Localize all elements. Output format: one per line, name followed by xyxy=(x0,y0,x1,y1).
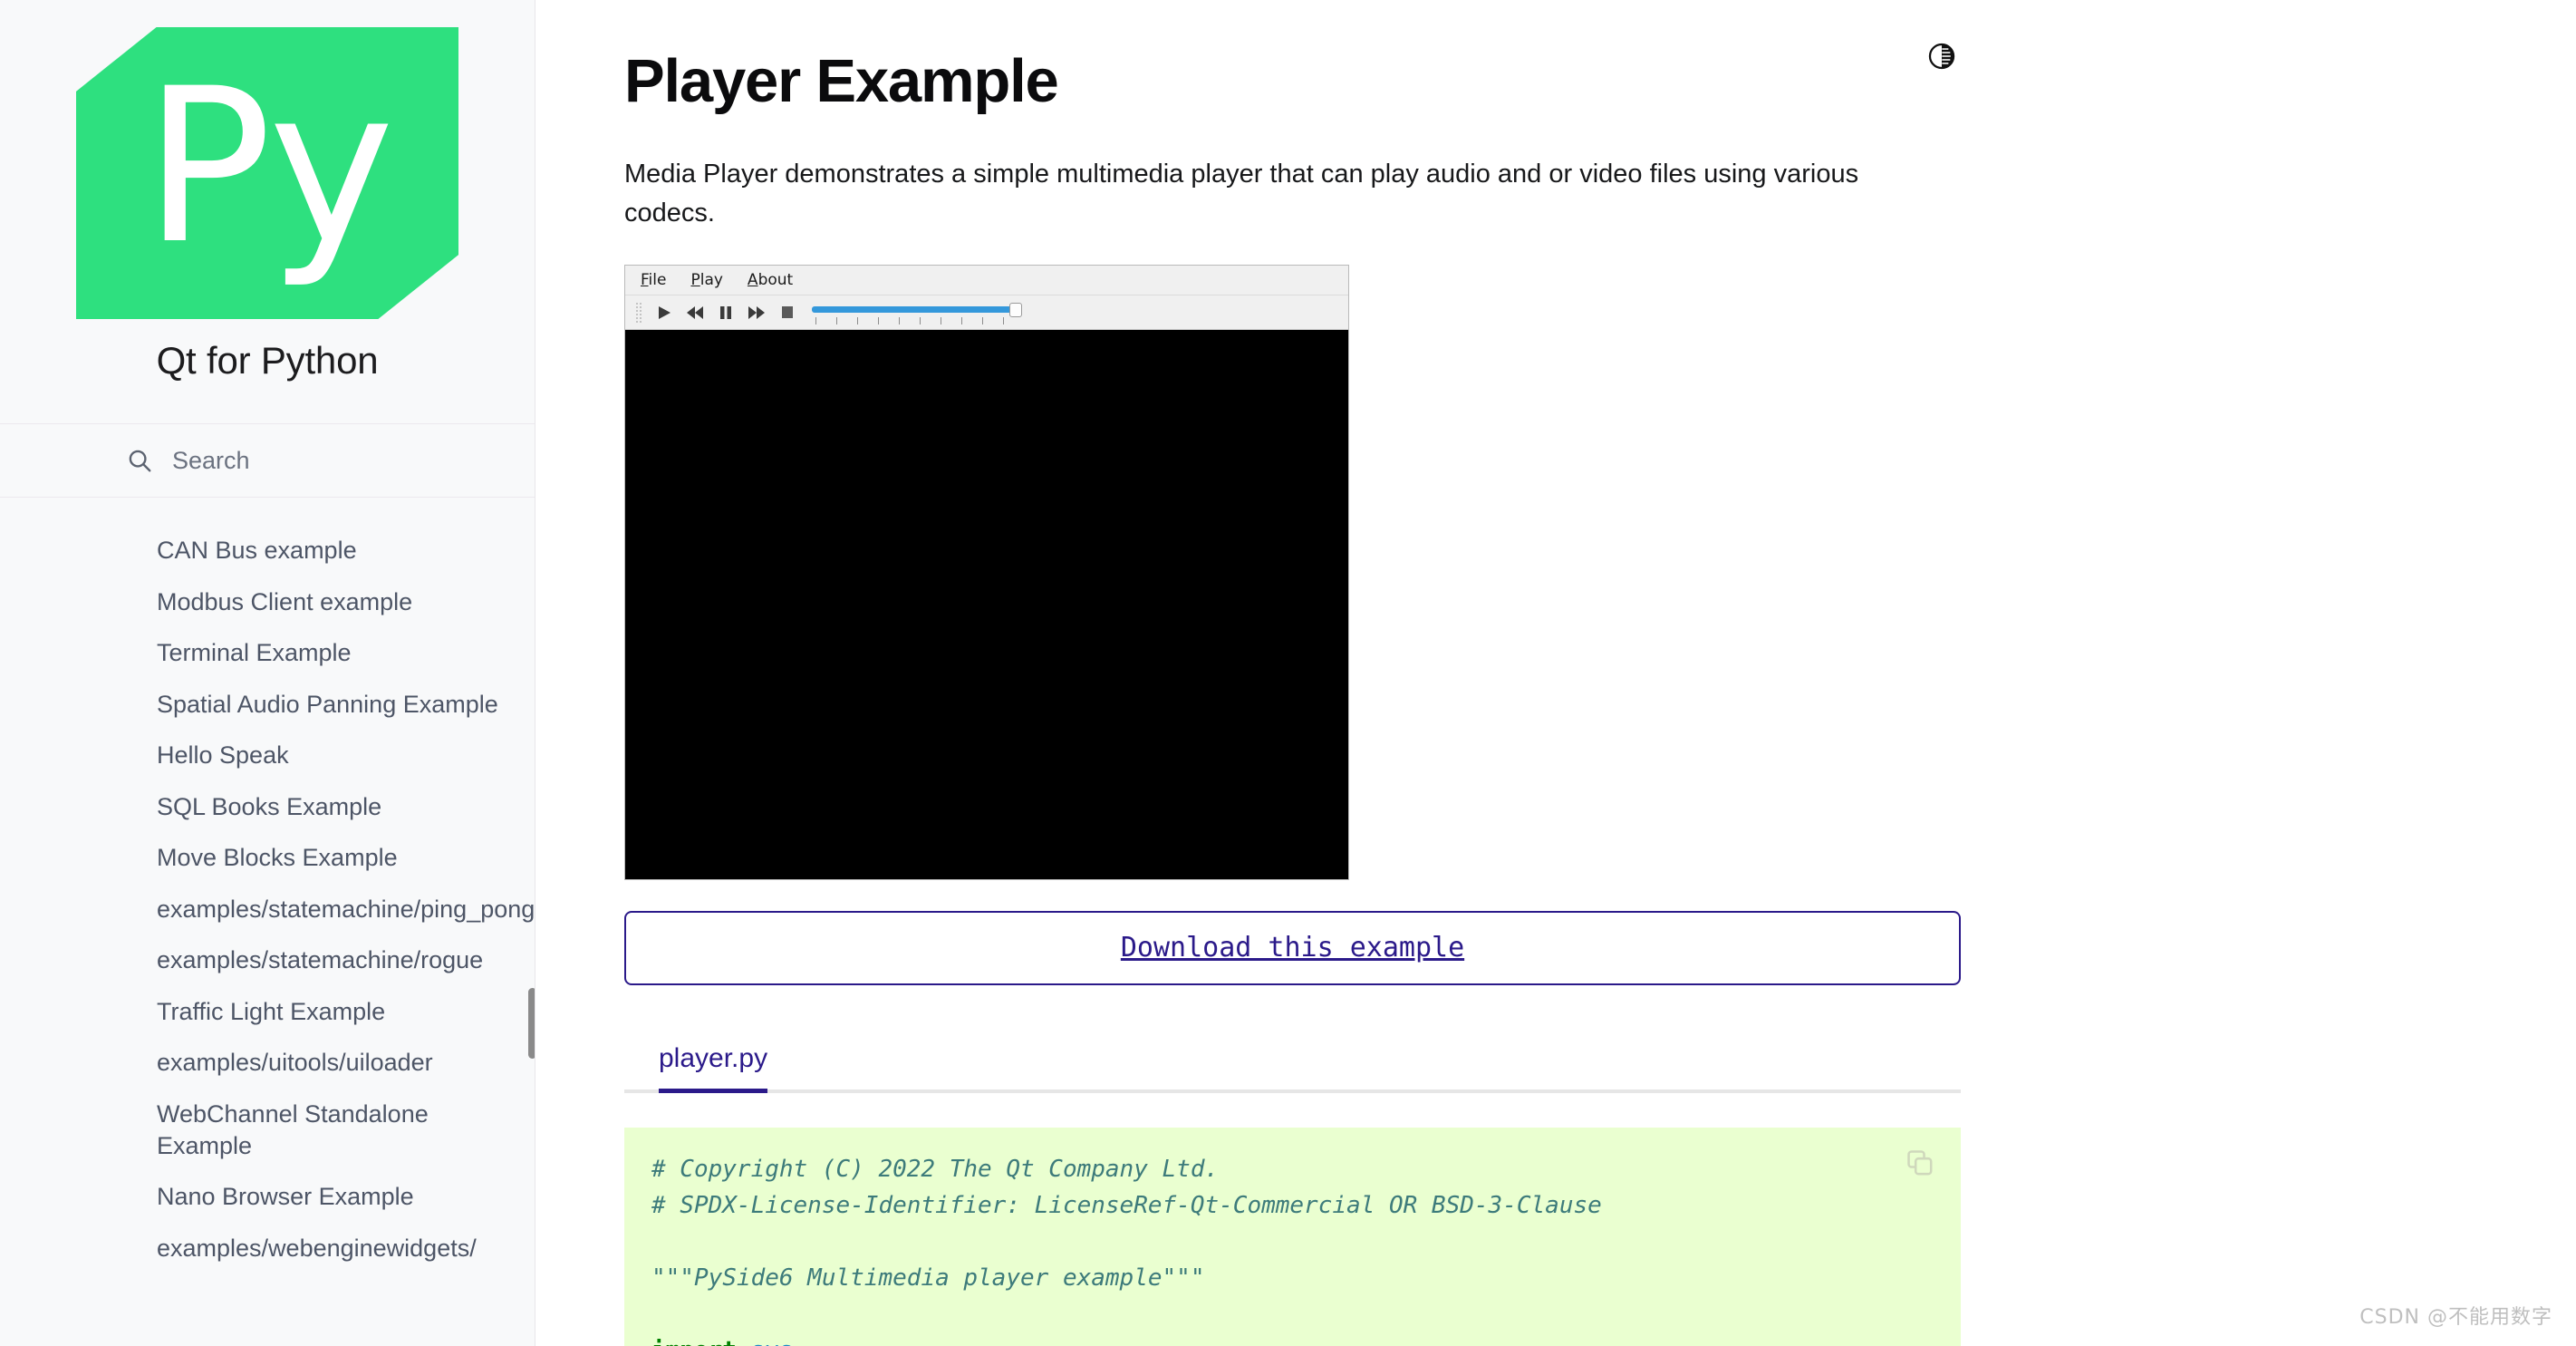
code-tabs: player.py xyxy=(624,1043,1961,1094)
code-line-comment-copyright: # Copyright (C) 2022 The Qt Company Ltd. xyxy=(651,1156,1220,1184)
previous-icon[interactable] xyxy=(680,299,710,326)
sidebar: Py Qt for Python CAN Bus example Modbus … xyxy=(0,0,535,1346)
sidebar-item-uitools-uiloader[interactable]: examples/uitools/uiloader xyxy=(157,1037,500,1089)
sidebar-item-nano-browser-example[interactable]: Nano Browser Example xyxy=(157,1171,500,1223)
sidebar-item-webchannel-standalone-example[interactable]: WebChannel Standalone Example xyxy=(157,1089,500,1171)
next-icon[interactable] xyxy=(741,299,772,326)
qt-for-python-logo: Py xyxy=(76,27,458,319)
download-button-label: Download this example xyxy=(1120,932,1465,964)
media-player-screenshot: File Play About xyxy=(624,265,1349,881)
intro-paragraph: Media Player demonstrates a simple multi… xyxy=(624,160,1859,228)
play-icon[interactable] xyxy=(649,299,680,326)
brand-title: Qt for Python xyxy=(156,339,379,382)
download-this-example-button[interactable]: Download this example xyxy=(624,911,1961,986)
search-box[interactable] xyxy=(0,423,535,498)
main-content: Player Example Media Player demonstrates… xyxy=(535,0,2576,1346)
slider-handle[interactable] xyxy=(1009,302,1022,317)
slider-ticks xyxy=(815,316,1024,324)
sidebar-item-terminal-example[interactable]: Terminal Example xyxy=(157,627,500,679)
sidebar-nav: CAN Bus example Modbus Client example Te… xyxy=(0,498,535,1273)
sidebar-item-hello-speak[interactable]: Hello Speak xyxy=(157,730,500,781)
sidebar-item-modbus-client-example[interactable]: Modbus Client example xyxy=(157,576,500,628)
screenshot-menu-file[interactable]: File xyxy=(641,271,666,289)
pause-icon[interactable] xyxy=(710,299,741,326)
stop-icon[interactable] xyxy=(772,299,803,326)
logo-label: Py xyxy=(143,43,395,291)
tab-player-py[interactable]: player.py xyxy=(659,1043,768,1094)
article: Player Example Media Player demonstrates… xyxy=(535,0,1985,1346)
watermark: CSDN @不能用数字 xyxy=(2359,1306,2552,1329)
screenshot-menu-play[interactable]: Play xyxy=(690,271,722,289)
screenshot-menu-about[interactable]: About xyxy=(748,271,793,289)
code-module-sys: sys xyxy=(751,1337,794,1346)
sidebar-item-traffic-light-example[interactable]: Traffic Light Example xyxy=(157,986,500,1038)
sidebar-scrollbar-track[interactable] xyxy=(528,0,535,1346)
screenshot-video-area xyxy=(625,330,1348,880)
code-line-comment-spdx: # SPDX-License-Identifier: LicenseRef-Qt… xyxy=(651,1192,1602,1220)
sidebar-item-spatial-audio-panning-example[interactable]: Spatial Audio Panning Example xyxy=(157,679,500,731)
sidebar-item-webenginewidgets[interactable]: examples/webenginewidgets/ xyxy=(157,1223,500,1274)
search-input[interactable] xyxy=(172,446,516,475)
code-keyword-import: import xyxy=(651,1337,737,1346)
sidebar-scrollbar-thumb[interactable] xyxy=(528,988,535,1059)
page-title: Player Example xyxy=(624,47,1059,115)
code-block: # Copyright (C) 2022 The Qt Company Ltd.… xyxy=(624,1128,1961,1346)
contrast-icon[interactable] xyxy=(1926,41,1957,72)
sidebar-item-can-bus-example[interactable]: CAN Bus example xyxy=(157,525,500,576)
sidebar-item-sql-books-example[interactable]: SQL Books Example xyxy=(157,781,500,833)
sidebar-item-statemachine-ping-pong[interactable]: examples/statemachine/ping_pong xyxy=(157,884,535,935)
page-root: Py Qt for Python CAN Bus example Modbus … xyxy=(0,0,2576,1346)
screenshot-position-slider[interactable] xyxy=(812,299,1034,326)
code-content: # Copyright (C) 2022 The Qt Company Ltd.… xyxy=(624,1128,1961,1346)
sidebar-brand: Py Qt for Python xyxy=(0,0,535,382)
screenshot-menubar: File Play About xyxy=(625,266,1348,296)
search-icon xyxy=(126,447,153,474)
slider-fill xyxy=(812,305,1016,313)
screenshot-toolbar xyxy=(625,295,1348,331)
toolbar-grip-icon[interactable] xyxy=(635,301,642,324)
sidebar-item-statemachine-rogue[interactable]: examples/statemachine/rogue xyxy=(157,934,500,986)
sidebar-item-move-blocks-example[interactable]: Move Blocks Example xyxy=(157,832,500,884)
code-line-docstring: """PySide6 Multimedia player example""" xyxy=(651,1264,1205,1293)
copy-icon[interactable] xyxy=(1905,1147,1935,1178)
